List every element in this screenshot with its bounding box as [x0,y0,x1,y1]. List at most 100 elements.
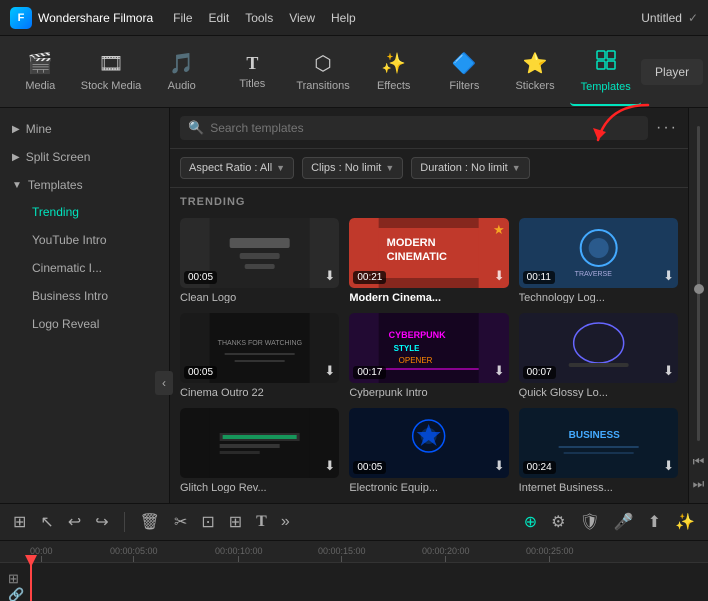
duration-badge-4: 00:05 [184,366,217,379]
menu-file[interactable]: File [173,11,192,25]
sidebar-section-split-screen: ▶ Split Screen [0,144,169,170]
bt-select-icon[interactable]: ↖ [37,509,56,535]
search-input-wrap: 🔍 [180,116,648,140]
bt-magic-icon[interactable]: ✨ [672,509,698,535]
bt-green-icon[interactable]: ⊕ [521,509,540,535]
search-input[interactable] [210,121,640,135]
tool-audio[interactable]: 🎵 Audio [146,38,217,106]
filters-icon: 🔷 [452,51,477,76]
bt-split-icon[interactable]: ⊞ [226,509,245,535]
menu-edit[interactable]: Edit [209,11,230,25]
bt-settings-icon[interactable]: ⚙ [548,509,568,535]
time-cursor[interactable] [30,563,32,601]
template-card-1[interactable]: 00:05 ⬇ Clean Logo [180,218,339,303]
title-check-icon: ✓ [688,11,698,25]
media-label: Media [25,80,55,92]
bt-delete-icon[interactable]: 🗑 [137,509,163,535]
clips-filter[interactable]: Clips : No limit ▼ [302,157,403,179]
ruler-mark-4: 00:00:20:00 [422,546,470,562]
tool-transitions[interactable]: ⬡ Transitions [288,38,359,106]
bt-crop-icon[interactable]: ⊡ [198,509,217,535]
download-icon-5: ⬇ [494,363,505,379]
tool-templates[interactable]: Templates [570,38,641,106]
timeline-track[interactable]: ⊞ 🔗 [0,563,708,601]
download-icon-1: ⬇ [324,268,335,284]
clips-label: Clips : No limit [311,162,381,174]
template-card-5[interactable]: CYBERPUNKSTYLEOPENER 00:17 ⬇ Cyberpunk I… [349,313,508,398]
titles-icon: T [246,53,258,74]
sidebar-item-business-intro[interactable]: Business Intro [20,282,169,310]
content-panel: 🔍 ··· Aspect Ratio : All ▼ Clips : No li… [170,108,688,503]
timeline-link-icon-wrap: 🔗 [8,587,24,601]
svg-text:CYBERPUNK: CYBERPUNK [389,330,447,340]
menu-bar: File Edit Tools View Help [173,11,641,25]
sidebar-item-split-screen[interactable]: ▶ Split Screen [0,144,169,170]
template-card-3[interactable]: TRAVERSE 00:11 ⬇ Technology Log... [519,218,678,303]
tool-effects[interactable]: ✨ Effects [358,38,429,106]
bt-undo-icon[interactable]: ↩ [65,509,84,535]
duration-filter[interactable]: Duration : No limit ▼ [411,157,529,179]
bt-text-icon[interactable]: T [253,510,270,534]
title-area: Untitled ✓ [641,11,698,25]
bt-shield-icon[interactable]: 🛡 [576,509,602,535]
templates-section-label: Templates [28,178,83,192]
sidebar-item-mine[interactable]: ▶ Mine [0,116,169,142]
sidebar-item-trending[interactable]: Trending [20,198,169,226]
svg-text:BUSINESS: BUSINESS [568,430,619,441]
template-card-7[interactable]: ⬇ Glitch Logo Rev... [180,408,339,493]
mine-arrow-icon: ▶ [12,124,20,135]
template-card-2[interactable]: MODERNCINEMATIC 00:21 ★ ⬇ Modern Cinema.… [349,218,508,303]
scroll-thumb[interactable] [694,284,704,294]
logo-icon: F [10,7,32,29]
download-icon-9: ⬇ [663,458,674,474]
tool-stickers[interactable]: ⭐ Stickers [500,38,571,106]
right-panel: ⏮ ⏭ [688,108,708,503]
main-toolbar: 🎬 Media 🎞 Stock Media 🎵 Audio T Titles ⬡… [0,36,708,108]
mine-label: Mine [26,122,52,136]
scroll-track[interactable] [697,126,700,441]
player-button[interactable]: Player [641,59,703,85]
bt-export-icon[interactable]: ⬆ [645,509,664,535]
tool-titles[interactable]: T Titles [217,38,288,106]
audio-label: Audio [168,80,196,92]
svg-text:STYLE: STYLE [394,344,420,353]
bt-mic-icon[interactable]: 🎤 [611,509,637,535]
template-card-6[interactable]: 00:07 ⬇ Quick Glossy Lo... [519,313,678,398]
more-options-button[interactable]: ··· [656,119,678,137]
template-name-6: Quick Glossy Lo... [519,387,678,398]
sidebar-item-templates-header[interactable]: ▼ Templates [0,172,169,198]
menu-tools[interactable]: Tools [245,11,273,25]
menu-help[interactable]: Help [331,11,356,25]
bt-separator-1 [124,512,125,532]
template-name-5: Cyberpunk Intro [349,387,508,398]
bt-layout-icon[interactable]: ⊞ [10,509,29,535]
aspect-ratio-filter[interactable]: Aspect Ratio : All ▼ [180,157,294,179]
sidebar-item-cinematic[interactable]: Cinematic I... [20,254,169,282]
template-card-9[interactable]: BUSINESS 00:24 ⬇ Internet Business... [519,408,678,493]
template-card-8[interactable]: 00:05 ⬇ Electronic Equip... [349,408,508,493]
download-icon-2: ⬇ [494,268,505,284]
main-area: ▶ Mine ▶ Split Screen ▼ Templates Trendi… [0,108,708,503]
timeline-area: 00:00 00:00:05:00 00:00:10:00 00:00:15:0… [0,541,708,601]
project-title: Untitled [641,11,682,25]
sidebar-section-mine: ▶ Mine [0,116,169,142]
svg-text:THANKS FOR WATCHING: THANKS FOR WATCHING [218,340,302,347]
sidebar-item-logo-reveal[interactable]: Logo Reveal [20,310,169,338]
bt-redo-icon[interactable]: ↪ [92,509,111,535]
ruler-mark-5: 00:00:25:00 [526,546,574,562]
duration-badge-2: 00:21 [353,271,386,284]
tool-filters[interactable]: 🔷 Filters [429,38,500,106]
panel-icon-2: ⏭ [693,476,705,492]
sidebar-collapse-button[interactable]: ‹ [155,371,170,395]
sidebar-item-youtube-intro[interactable]: YouTube Intro [20,226,169,254]
audio-icon: 🎵 [169,51,194,76]
bt-cut-icon[interactable]: ✂ [171,509,190,535]
tool-media[interactable]: 🎬 Media [5,38,76,106]
menu-view[interactable]: View [289,11,315,25]
bt-more-icon[interactable]: » [278,510,293,534]
template-name-8: Electronic Equip... [349,482,508,493]
search-icon: 🔍 [188,120,204,136]
tool-stock-media[interactable]: 🎞 Stock Media [76,38,147,106]
template-card-4[interactable]: THANKS FOR WATCHING 00:05 ⬇ Cinema Outro… [180,313,339,398]
templates-grid: 00:05 ⬇ Clean Logo MODERNCINEMATIC 00:21… [170,212,688,503]
